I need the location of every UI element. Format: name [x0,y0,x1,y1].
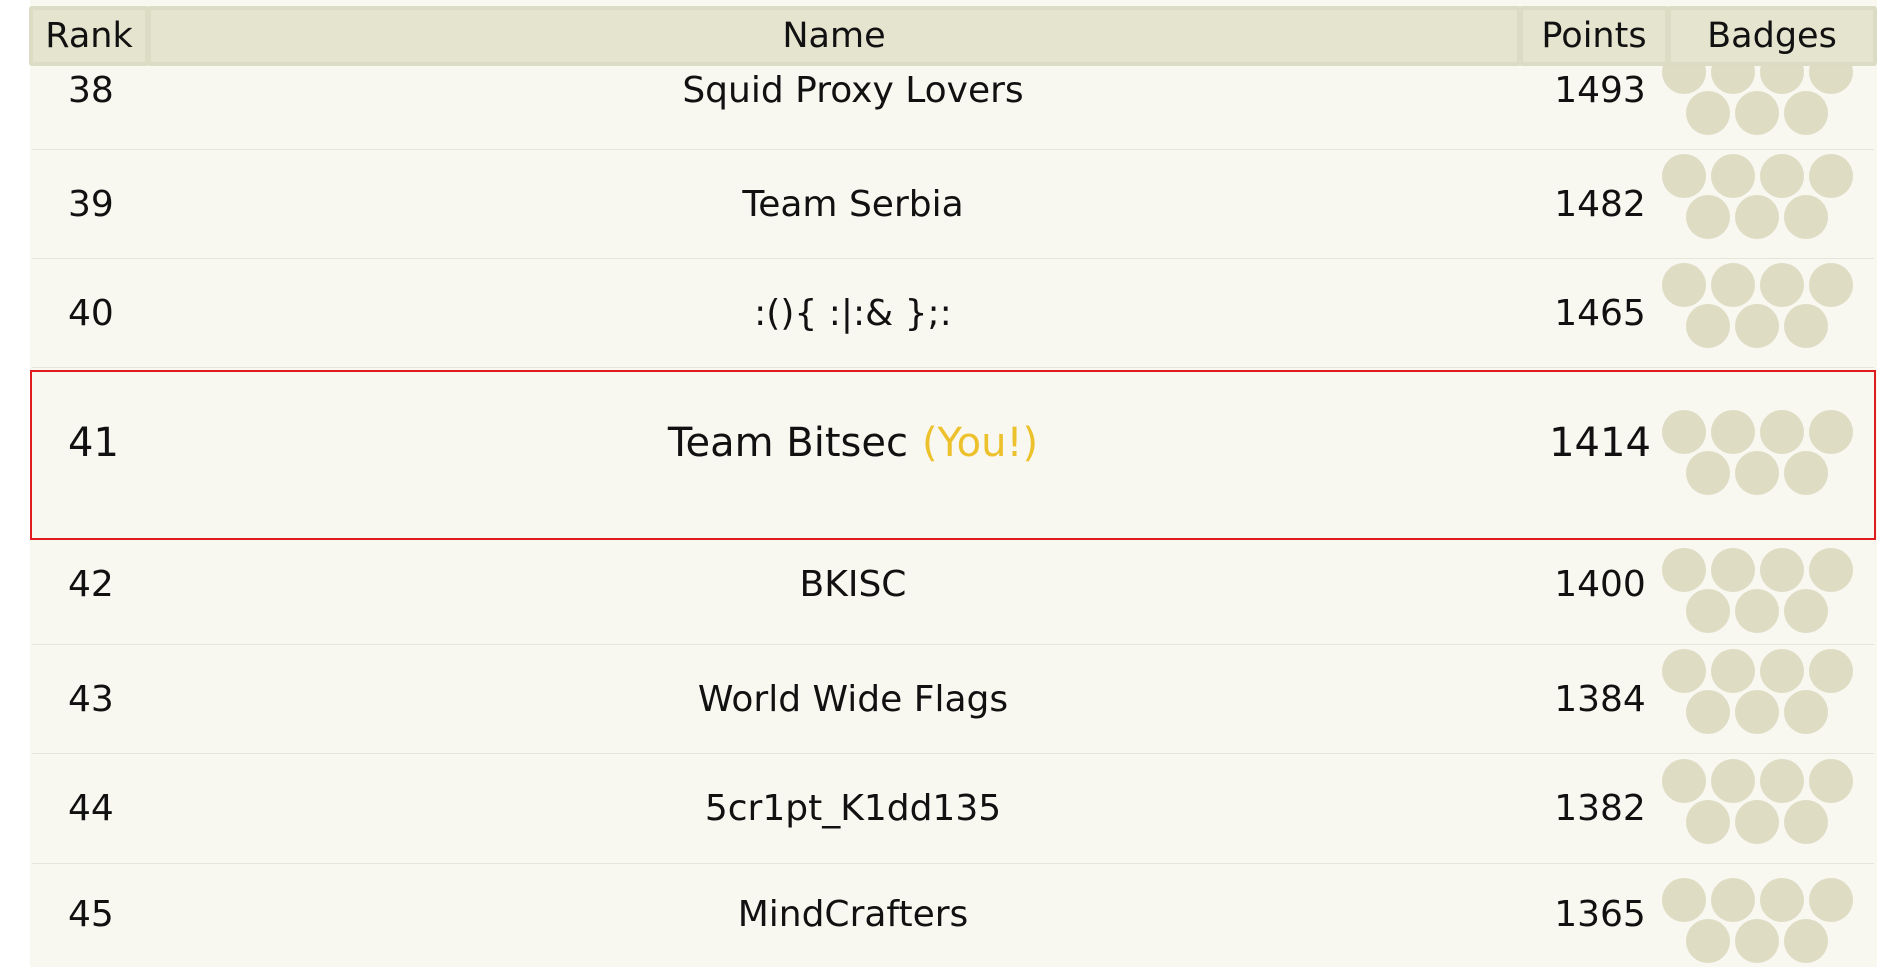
column-header-name[interactable]: Name [147,6,1521,66]
badge-icon [1662,410,1706,454]
badge-icon [1809,548,1853,592]
badge-icon [1735,195,1779,239]
badges-cell [1662,150,1874,258]
table-row: 42 BKISC 1400 [32,540,1874,645]
page-margin-left [0,0,30,967]
column-header-rank[interactable]: Rank [29,6,149,66]
table-header: Rank Name Points Badges [29,6,1877,70]
table-row: 45 MindCrafters 1365 [32,864,1874,967]
badges-cell [1662,540,1874,652]
team-name-cell[interactable]: World Wide Flags [148,645,1558,753]
badges-cell [1662,864,1874,967]
team-name-cell[interactable]: MindCrafters [148,864,1558,967]
badge-grid [1662,758,1862,859]
table-row: 40 :(){ :|:& };: 1465 [32,259,1874,368]
badge-icon [1784,919,1828,963]
badge-icon [1809,878,1853,922]
badge-icon [1735,919,1779,963]
badge-icon [1686,919,1730,963]
table-row: 44 5cr1pt_K1dd135 1382 [32,754,1874,864]
scoreboard: 38 Squid Proxy Lovers 1493 39 Team Serbi… [0,0,1899,967]
scoreboard-rows: 38 Squid Proxy Lovers 1493 39 Team Serbi… [30,0,1876,967]
badge-icon [1735,304,1779,348]
badge-icon [1711,263,1755,307]
table-row-current-team: 41 Team Bitsec (You!) 1414 [30,370,1876,540]
column-header-points[interactable]: Points [1519,6,1669,66]
badge-icon [1711,758,1755,803]
you-tag: (You!) [921,420,1039,466]
badge-icon [1760,154,1804,198]
team-name[interactable]: Team Bitsec [668,420,908,466]
badges-cell [1662,645,1874,753]
badge-icon [1662,878,1706,922]
badge-icon [1784,304,1828,348]
team-name-cell[interactable]: 5cr1pt_K1dd135 [148,754,1558,863]
badge-icon [1735,799,1779,844]
table-row: 39 Team Serbia 1482 [32,150,1874,259]
badge-icon [1735,91,1779,135]
badge-icon [1711,548,1755,592]
badge-icon [1809,649,1853,693]
badge-icon [1760,878,1804,922]
badge-icon [1686,589,1730,633]
badge-icon [1711,410,1755,454]
badge-icon [1784,195,1828,239]
badge-icon [1809,758,1853,803]
badge-icon [1686,91,1730,135]
page-margin-right [1877,0,1899,967]
team-name-cell[interactable]: :(){ :|:& };: [148,259,1558,367]
badge-icon [1809,154,1853,198]
team-name-cell[interactable]: Team Serbia [148,150,1558,258]
badge-icon [1711,154,1755,198]
badge-grid [1662,878,1862,967]
badge-icon [1784,799,1828,844]
badge-icon [1760,649,1804,693]
team-name-cell[interactable]: Squid Proxy Lovers [148,56,1558,163]
badge-grid [1662,649,1862,749]
badge-icon [1662,263,1706,307]
badge-grid [1662,154,1862,254]
badge-icon [1662,649,1706,693]
badge-icon [1784,91,1828,135]
badge-icon [1760,758,1804,803]
badge-icon [1760,548,1804,592]
badge-icon [1784,589,1828,633]
badges-cell [1662,259,1874,367]
badge-icon [1662,548,1706,592]
badge-icon [1760,263,1804,307]
badge-icon [1662,758,1706,803]
badge-icon [1809,263,1853,307]
badge-grid [1662,263,1862,363]
badge-icon [1686,690,1730,734]
badge-icon [1784,451,1828,495]
badge-icon [1686,451,1730,495]
badge-icon [1735,451,1779,495]
badge-icon [1735,589,1779,633]
badge-grid [1662,548,1862,648]
badge-icon [1760,410,1804,454]
badge-icon [1662,154,1706,198]
badge-icon [1735,690,1779,734]
badge-grid [1662,410,1862,510]
column-header-badges[interactable]: Badges [1667,6,1877,66]
badge-icon [1686,304,1730,348]
badge-icon [1686,195,1730,239]
badge-icon [1686,799,1730,844]
badges-cell [1662,754,1874,863]
table-row: 38 Squid Proxy Lovers 1493 [32,50,1874,150]
table-row: 43 World Wide Flags 1384 [32,645,1874,754]
badge-icon [1711,878,1755,922]
badge-icon [1809,410,1853,454]
badge-icon [1711,649,1755,693]
badge-icon [1784,690,1828,734]
